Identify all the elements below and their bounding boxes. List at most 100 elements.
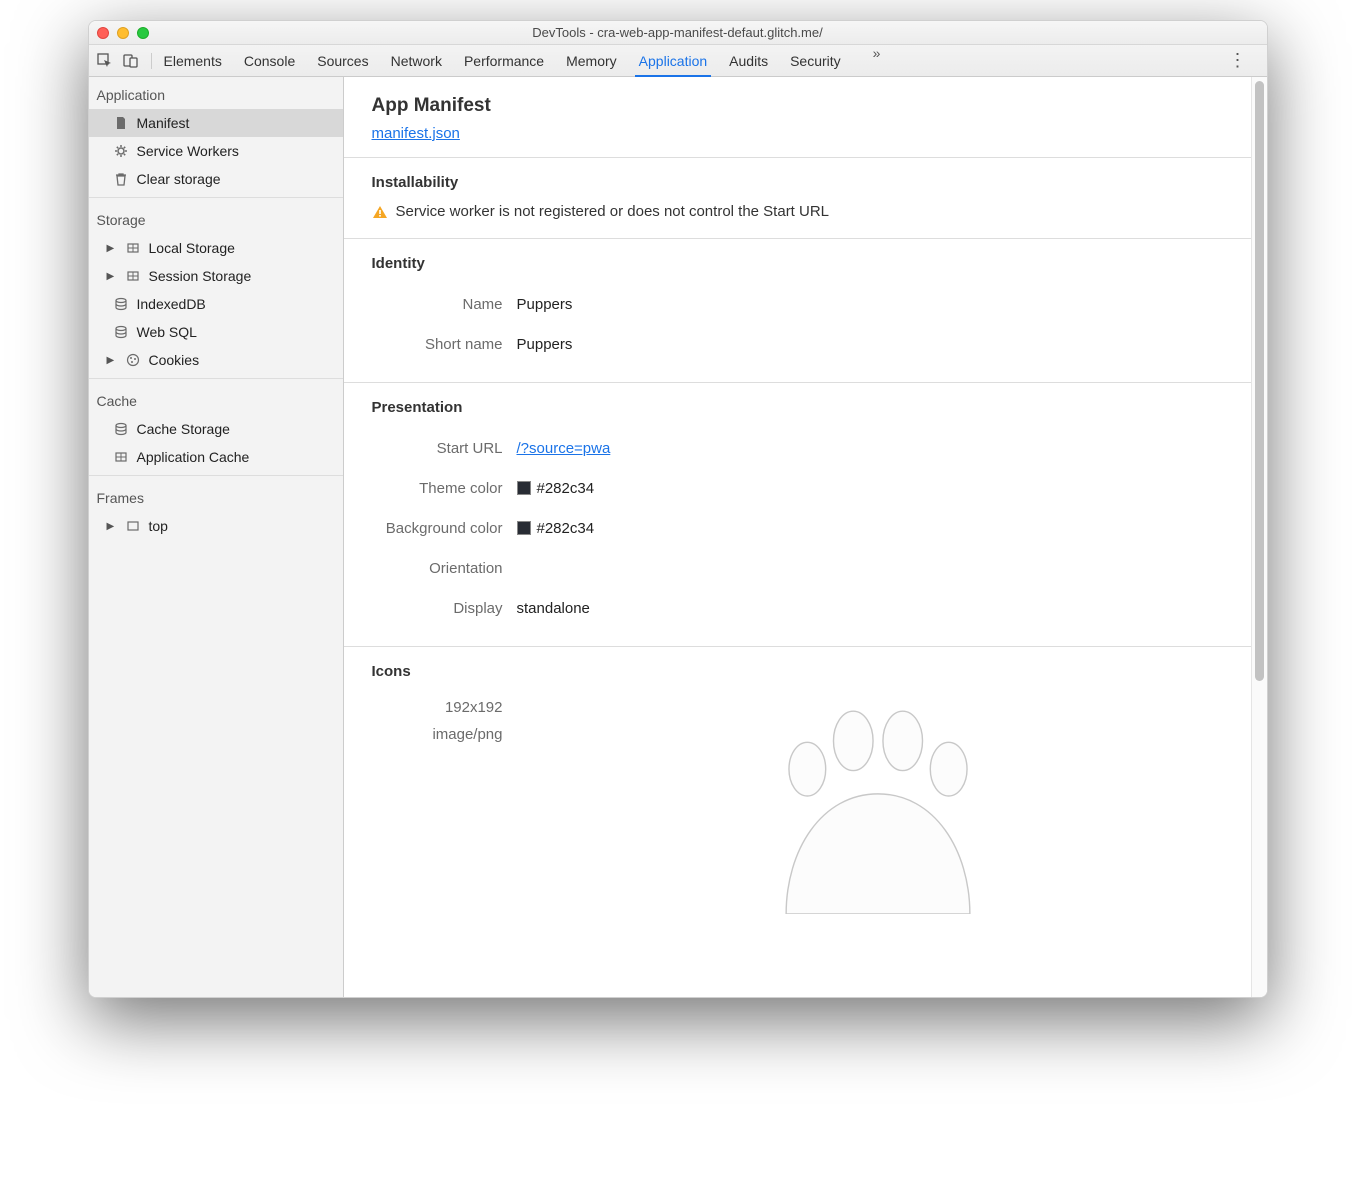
tab-performance[interactable]: Performance <box>464 45 544 76</box>
icon-mime: image/png <box>372 721 503 748</box>
sidebar-item-label: Cookies <box>149 352 200 368</box>
inspect-element-icon[interactable] <box>97 53 113 69</box>
theme-color-value: #282c34 <box>537 480 595 497</box>
sidebar-item-label: Cache Storage <box>137 421 230 437</box>
identity-name-value: Puppers <box>517 296 573 313</box>
sidebar-item-label: Service Workers <box>137 143 239 159</box>
close-window-button[interactable] <box>97 27 109 39</box>
chevron-right-icon: ▶ <box>107 243 117 254</box>
cookie-icon <box>125 352 141 368</box>
tab-security[interactable]: Security <box>790 45 841 76</box>
warning-icon <box>372 204 388 220</box>
identity-shortname-label: Short name <box>372 336 517 353</box>
display-value: standalone <box>517 600 590 617</box>
manifest-link[interactable]: manifest.json <box>372 125 460 142</box>
sidebar-item-manifest[interactable]: Manifest <box>89 109 343 137</box>
sidebar-item-label: IndexedDB <box>137 296 206 312</box>
presentation-panel: Presentation Start URL /?source=pwa Them… <box>344 383 1267 646</box>
grid-icon <box>125 240 141 256</box>
start-url-link[interactable]: /?source=pwa <box>517 440 611 457</box>
settings-menu-button[interactable]: ⋮ <box>1217 50 1259 71</box>
devtools-toolbar: Elements Console Sources Network Perform… <box>89 45 1267 77</box>
tab-elements[interactable]: Elements <box>164 45 222 76</box>
identity-title: Identity <box>372 255 1239 272</box>
minimize-window-button[interactable] <box>117 27 129 39</box>
chevron-right-icon: ▶ <box>107 271 117 282</box>
sidebar-item-local-storage[interactable]: ▶ Local Storage <box>89 234 343 262</box>
titlebar: DevTools - cra-web-app-manifest-defaut.g… <box>89 21 1267 45</box>
bg-color-label: Background color <box>372 520 517 537</box>
gear-icon <box>113 143 129 159</box>
application-sidebar: Application Manifest Service Workers Cle… <box>89 77 344 997</box>
sidebar-item-indexeddb[interactable]: IndexedDB <box>89 290 343 318</box>
tab-application[interactable]: Application <box>639 45 708 76</box>
tab-audits[interactable]: Audits <box>729 45 768 76</box>
chevron-right-icon: ▶ <box>107 521 117 532</box>
warning-text: Service worker is not registered or does… <box>396 203 830 220</box>
zoom-window-button[interactable] <box>137 27 149 39</box>
sidebar-item-service-workers[interactable]: Service Workers <box>89 137 343 165</box>
icon-preview <box>517 694 1239 914</box>
traffic-lights <box>97 27 149 39</box>
sidebar-section-cache: Cache <box>89 383 343 415</box>
devtools-tabs: Elements Console Sources Network Perform… <box>164 45 1217 76</box>
icon-size: 192x192 <box>372 694 503 721</box>
sidebar-item-label: Local Storage <box>149 240 235 256</box>
installability-panel: Installability Service worker is not reg… <box>344 158 1267 238</box>
tab-memory[interactable]: Memory <box>566 45 617 76</box>
grid-icon <box>125 268 141 284</box>
scrollbar-thumb[interactable] <box>1255 81 1264 681</box>
sidebar-item-label: Clear storage <box>137 171 221 187</box>
sidebar-item-label: Web SQL <box>137 324 197 340</box>
sidebar-item-cache-storage[interactable]: Cache Storage <box>89 415 343 443</box>
sidebar-item-clear-storage[interactable]: Clear storage <box>89 165 343 193</box>
page-title: App Manifest <box>344 77 1267 125</box>
chevron-right-icon: ▶ <box>107 355 117 366</box>
database-icon <box>113 421 129 437</box>
identity-shortname-value: Puppers <box>517 336 573 353</box>
application-content: App Manifest manifest.json Installabilit… <box>344 77 1267 997</box>
trash-icon <box>113 171 129 187</box>
sidebar-section-frames: Frames <box>89 480 343 512</box>
sidebar-item-session-storage[interactable]: ▶ Session Storage <box>89 262 343 290</box>
icons-title: Icons <box>372 663 1239 680</box>
icon-meta: 192x192 image/png <box>372 694 517 748</box>
manifest-link-row: manifest.json <box>344 125 1267 157</box>
theme-color-label: Theme color <box>372 480 517 497</box>
tab-sources[interactable]: Sources <box>317 45 368 76</box>
installability-warning: Service worker is not registered or does… <box>372 203 1239 220</box>
vertical-scrollbar[interactable] <box>1251 77 1267 997</box>
presentation-title: Presentation <box>372 399 1239 416</box>
sidebar-item-cookies[interactable]: ▶ Cookies <box>89 346 343 374</box>
tab-console[interactable]: Console <box>244 45 295 76</box>
sidebar-item-application-cache[interactable]: Application Cache <box>89 443 343 471</box>
identity-name-label: Name <box>372 296 517 313</box>
start-url-label: Start URL <box>372 440 517 457</box>
more-tabs-button[interactable]: » <box>863 45 891 76</box>
sidebar-item-label: Application Cache <box>137 449 250 465</box>
file-icon <box>113 115 129 131</box>
window-title: DevTools - cra-web-app-manifest-defaut.g… <box>89 25 1267 40</box>
sidebar-item-label: Session Storage <box>149 268 252 284</box>
devtools-window: DevTools - cra-web-app-manifest-defaut.g… <box>88 20 1268 998</box>
bg-color-value: #282c34 <box>537 520 595 537</box>
sidebar-section-storage: Storage <box>89 202 343 234</box>
installability-title: Installability <box>372 174 1239 191</box>
bg-color-swatch <box>517 521 531 535</box>
sidebar-item-top-frame[interactable]: ▶ top <box>89 512 343 540</box>
orientation-label: Orientation <box>372 560 517 577</box>
grid-icon <box>113 449 129 465</box>
database-icon <box>113 296 129 312</box>
sidebar-section-application: Application <box>89 77 343 109</box>
sidebar-item-websql[interactable]: Web SQL <box>89 318 343 346</box>
toggle-device-toolbar-icon[interactable] <box>123 53 139 69</box>
display-label: Display <box>372 600 517 617</box>
identity-panel: Identity Name Puppers Short name Puppers <box>344 239 1267 382</box>
frame-icon <box>125 518 141 534</box>
database-icon <box>113 324 129 340</box>
icons-panel: Icons 192x192 image/png <box>344 647 1267 914</box>
theme-color-swatch <box>517 481 531 495</box>
sidebar-item-label: top <box>149 518 168 534</box>
sidebar-item-label: Manifest <box>137 115 190 131</box>
tab-network[interactable]: Network <box>391 45 442 76</box>
